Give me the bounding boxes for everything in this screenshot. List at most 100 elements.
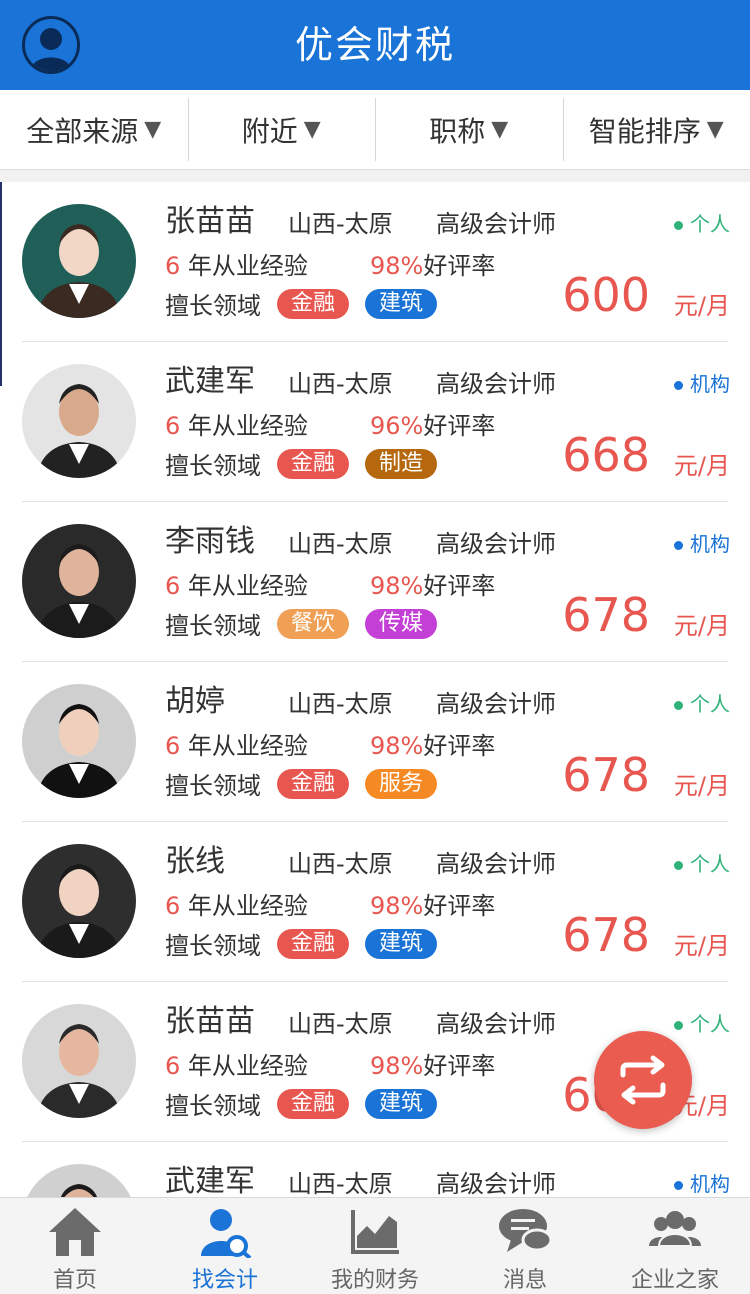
rating-text: 96%好评率 bbox=[370, 406, 495, 441]
accountant-photo bbox=[22, 844, 136, 958]
accountant-location: 山西-太原 bbox=[288, 1170, 393, 1197]
filter-title[interactable]: 职称 ▼ bbox=[375, 90, 563, 169]
filter-nearby[interactable]: 附近 ▼ bbox=[187, 90, 376, 169]
price-value: 678 bbox=[562, 588, 650, 642]
skills-row: 擅长领域 金融 制造 bbox=[165, 446, 438, 481]
filter-label: 附近 bbox=[241, 114, 298, 148]
accountant-row[interactable]: 武建军 山西-太原 高级会计师 机构 6 年从业经验 96%好评率 擅长领域 金融 制造 668 元… bbox=[0, 342, 750, 502]
accountant-photo bbox=[22, 684, 136, 798]
accountant-photo bbox=[22, 204, 136, 318]
accountant-title: 高级会计师 bbox=[436, 1010, 556, 1038]
filter-source[interactable]: 全部来源 ▼ bbox=[0, 90, 188, 169]
dropdown-arrow-icon: ▼ bbox=[144, 117, 162, 142]
accountant-location: 山西-太原 bbox=[288, 210, 393, 238]
skill-tag: 服务 bbox=[365, 768, 438, 799]
tab-enterprise[interactable]: 企业之家 bbox=[600, 1198, 750, 1294]
switch-arrows-icon bbox=[620, 1055, 666, 1105]
accountant-photo bbox=[22, 1164, 136, 1197]
experience-years: 6 bbox=[165, 412, 181, 440]
accountant-photo bbox=[22, 524, 136, 638]
accountant-row[interactable]: 武建军 山西-太原 高级会计师 机构 bbox=[0, 1142, 750, 1197]
accountant-row[interactable]: 张线 山西-太原 高级会计师 个人 6 年从业经验 98%好评率 擅长领域 金融 建筑 678 元/… bbox=[0, 822, 750, 982]
skill-tag: 金融 bbox=[277, 288, 350, 319]
experience-suffix: 年从业经验 bbox=[187, 892, 308, 920]
rating-value: 98% bbox=[370, 732, 424, 760]
accountant-title: 高级会计师 bbox=[436, 1170, 556, 1197]
accountant-photo bbox=[22, 1004, 136, 1118]
rating-value: 98% bbox=[370, 252, 424, 280]
dropdown-arrow-icon: ▼ bbox=[303, 117, 321, 142]
accountant-title: 高级会计师 bbox=[436, 210, 556, 238]
filter-bar: 全部来源 ▼ 附近 ▼ 职称 ▼ 智能排序 ▼ bbox=[0, 90, 750, 170]
price-value: 678 bbox=[562, 908, 650, 962]
price-value: 668 bbox=[562, 428, 650, 482]
skills-row: 擅长领域 金融 建筑 bbox=[165, 926, 438, 961]
accountant-location: 山西-太原 bbox=[288, 690, 393, 718]
accountant-row[interactable]: 胡婷 山西-太原 高级会计师 个人 6 年从业经验 98%好评率 擅长领域 金融 服务 678 元/… bbox=[0, 662, 750, 822]
accountant-name: 张苗苗 bbox=[165, 204, 255, 239]
tab-label: 找会计 bbox=[191, 1268, 258, 1293]
rating-suffix: 好评率 bbox=[423, 412, 496, 440]
skill-tag: 金融 bbox=[277, 1088, 350, 1119]
type-label: 个人 bbox=[690, 1012, 730, 1036]
accountant-type-badge: 个人 bbox=[674, 1008, 730, 1037]
accountant-title: 高级会计师 bbox=[436, 370, 556, 398]
skills-row: 擅长领域 餐饮 传媒 bbox=[165, 606, 438, 641]
skills-label: 擅长领域 bbox=[165, 452, 261, 480]
rating-suffix: 好评率 bbox=[423, 252, 496, 280]
tab-find-accountant[interactable]: 找会计 bbox=[150, 1198, 300, 1294]
skill-tag: 建筑 bbox=[365, 1088, 438, 1119]
accountant-title: 高级会计师 bbox=[436, 850, 556, 878]
accountant-type-badge: 个人 bbox=[674, 688, 730, 717]
rating-value: 96% bbox=[370, 412, 424, 440]
switch-button[interactable] bbox=[594, 1031, 692, 1129]
tab-home[interactable]: 首页 bbox=[0, 1198, 150, 1294]
skills-label: 擅长领域 bbox=[165, 1092, 261, 1120]
type-label: 个人 bbox=[690, 692, 730, 716]
accountant-type-badge: 机构 bbox=[674, 1168, 730, 1197]
accountant-name: 武建军 bbox=[165, 1164, 255, 1197]
type-label: 机构 bbox=[690, 1172, 730, 1196]
dropdown-arrow-icon: ▼ bbox=[491, 117, 509, 142]
experience-text: 6 年从业经验 bbox=[165, 726, 308, 761]
type-dot-icon bbox=[674, 381, 683, 390]
experience-text: 6 年从业经验 bbox=[165, 246, 308, 281]
rating-value: 98% bbox=[370, 572, 424, 600]
rating-suffix: 好评率 bbox=[423, 572, 496, 600]
accountant-title: 高级会计师 bbox=[436, 530, 556, 558]
skills-row: 擅长领域 金融 建筑 bbox=[165, 1086, 438, 1121]
rating-suffix: 好评率 bbox=[423, 732, 496, 760]
tab-my-finance[interactable]: 我的财务 bbox=[300, 1198, 450, 1294]
type-label: 个人 bbox=[690, 212, 730, 236]
dropdown-arrow-icon: ▼ bbox=[706, 117, 724, 142]
type-dot-icon bbox=[674, 1181, 683, 1190]
price-unit: 元/月 bbox=[673, 612, 730, 640]
experience-years: 6 bbox=[165, 572, 181, 600]
experience-suffix: 年从业经验 bbox=[187, 572, 308, 600]
experience-years: 6 bbox=[165, 252, 181, 280]
skill-tag: 传媒 bbox=[365, 608, 438, 639]
filter-sort[interactable]: 智能排序 ▼ bbox=[562, 90, 750, 169]
price-unit: 元/月 bbox=[673, 932, 730, 960]
skill-tag: 金融 bbox=[277, 768, 350, 799]
type-label: 机构 bbox=[690, 372, 730, 396]
skills-label: 擅长领域 bbox=[165, 932, 261, 960]
accountant-row[interactable]: 李雨钱 山西-太原 高级会计师 机构 6 年从业经验 98%好评率 擅长领域 餐饮 传媒 678 元… bbox=[0, 502, 750, 662]
find-accountant-icon bbox=[201, 1209, 252, 1258]
price-unit: 元/月 bbox=[673, 772, 730, 800]
rating-text: 98%好评率 bbox=[370, 726, 495, 761]
tab-messages[interactable]: 消息 bbox=[450, 1198, 600, 1294]
rating-text: 98%好评率 bbox=[370, 1046, 495, 1081]
bottom-nav: 首页 找会计 我的财务 消息 企业之家 bbox=[0, 1197, 750, 1294]
type-dot-icon bbox=[674, 701, 683, 710]
accountant-location: 山西-太原 bbox=[288, 370, 393, 398]
accountant-row[interactable]: 张苗苗 山西-太原 高级会计师 个人 6 年从业经验 98%好评率擅长领域金融建筑 600 元… bbox=[0, 182, 750, 342]
type-dot-icon bbox=[674, 541, 683, 550]
tab-label: 我的财务 bbox=[330, 1268, 419, 1293]
app-title: 优会财税 bbox=[294, 23, 455, 67]
skills-label: 擅长领域 bbox=[165, 612, 261, 640]
filter-label: 全部来源 bbox=[26, 114, 139, 148]
skill-tag: 建筑 bbox=[365, 928, 438, 959]
tab-label: 企业之家 bbox=[630, 1268, 719, 1293]
skills-row: 擅长领域 金融 服务 bbox=[165, 766, 438, 801]
